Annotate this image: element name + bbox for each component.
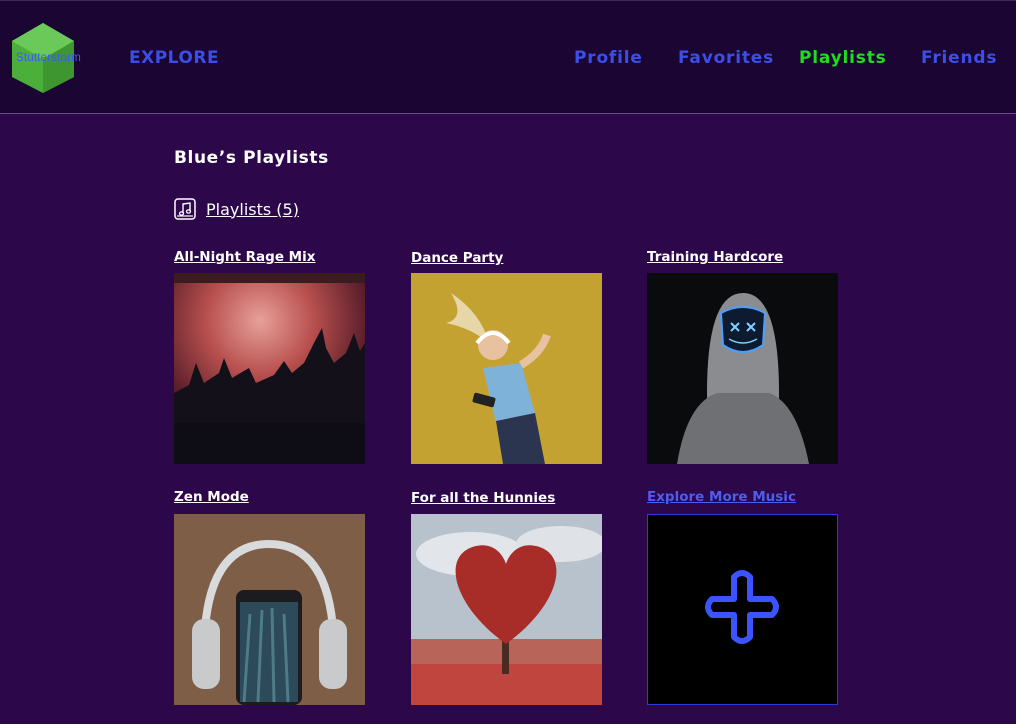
playlist-label[interactable]: All-Night Rage Mix (174, 249, 315, 265)
explore-more-tile[interactable] (647, 514, 838, 705)
playlist-label[interactable]: Dance Party (411, 250, 503, 266)
playlist-tile-training[interactable] (647, 273, 838, 464)
heart-tree-image (411, 514, 602, 705)
playlist-label[interactable]: Training Hardcore (647, 249, 783, 265)
concert-crowd-image (174, 273, 365, 464)
nav-favorites[interactable]: Favorites (678, 48, 774, 68)
dancing-woman-image (411, 273, 602, 464)
playlists-count-label: Playlists (5) (206, 199, 299, 219)
playlist-tile-dance[interactable] (411, 273, 602, 464)
nav-friends[interactable]: Friends (921, 48, 997, 68)
explore-link[interactable]: EXPLORE (129, 48, 219, 68)
top-header: Stutterstorm EXPLORE Profile Favorites P… (0, 0, 1016, 114)
explore-more-link[interactable]: Explore More Music (647, 489, 796, 505)
headphones-phone-image (174, 514, 365, 705)
playlists-count-link[interactable]: Playlists (5) (174, 197, 299, 221)
playlist-label[interactable]: Zen Mode (174, 489, 249, 505)
nav-playlists[interactable]: Playlists (799, 48, 887, 68)
nav-profile[interactable]: Profile (574, 48, 643, 68)
neon-mask-image (647, 273, 838, 464)
plus-icon (705, 570, 779, 644)
page-title: Blue’s Playlists (174, 148, 329, 168)
playlist-tile-zen[interactable] (174, 514, 365, 705)
logo-text: Stutterstorm (16, 52, 82, 64)
playlist-tile-concert[interactable] (174, 273, 365, 464)
app-logo[interactable]: Stutterstorm (10, 21, 110, 95)
playlist-tile-hunnies[interactable] (411, 514, 602, 705)
playlist-label[interactable]: For all the Hunnies (411, 490, 555, 506)
music-note-icon (174, 198, 196, 220)
